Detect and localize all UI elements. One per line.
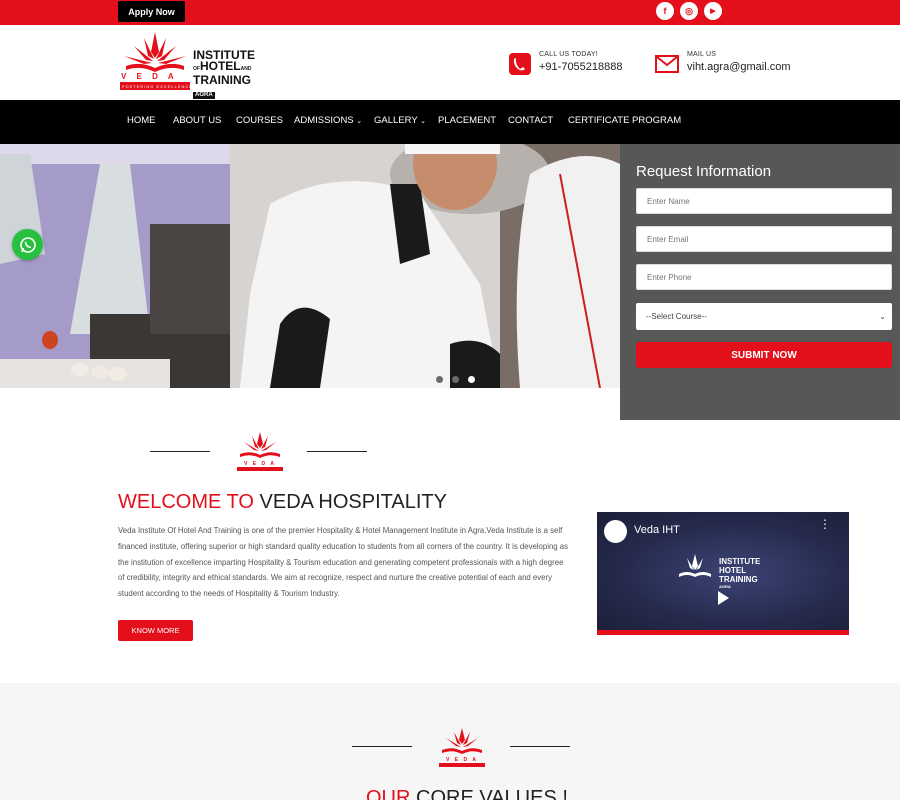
phone-input[interactable]: [636, 264, 892, 290]
course-select[interactable]: --Select Course-- ⌄: [636, 303, 892, 330]
call-label: CALL US TODAY!: [539, 51, 598, 58]
welcome-title: WELCOME TO VEDA HOSPITALITY: [118, 491, 447, 513]
video-embed[interactable]: Veda IHT ⋮ INSTITUTE HOTEL TRAINING AGRA: [597, 512, 849, 635]
nav-item-contact[interactable]: CONTACT: [508, 115, 553, 126]
play-icon[interactable]: [718, 591, 729, 605]
whatsapp-icon[interactable]: [12, 229, 43, 260]
slider-dot-active[interactable]: [468, 376, 475, 383]
nav-item-about-us[interactable]: ABOUT US: [173, 115, 221, 126]
main-nav: HOME ABOUT US COURSES ADMISSIONS ⌄ GALLE…: [0, 100, 900, 144]
submit-button[interactable]: SUBMIT NOW: [636, 342, 892, 368]
course-select-value: --Select Course--: [646, 312, 707, 321]
more-options-icon[interactable]: ⋮: [819, 518, 831, 530]
call-contact[interactable]: CALL US TODAY! +91-7055218888: [509, 51, 623, 75]
video-channel-title[interactable]: Veda IHT: [634, 524, 680, 536]
nav-item-certificate-program[interactable]: CERTIFICATE PROGRAM: [568, 115, 681, 126]
mail-icon: [655, 55, 679, 73]
mail-contact[interactable]: MAIL US viht.agra@gmail.com: [655, 51, 790, 73]
welcome-body: Veda Institute Of Hotel And Training is …: [118, 526, 569, 599]
lotus-logo-icon: V E D A: [439, 728, 485, 767]
divider-line: [150, 451, 210, 452]
phone-number[interactable]: +91-7055218888: [539, 61, 623, 73]
form-title: Request Information: [636, 163, 772, 180]
facebook-icon[interactable]: f: [656, 2, 674, 20]
instagram-icon[interactable]: ◎: [680, 2, 698, 20]
chevron-down-icon: ⌄: [879, 312, 886, 321]
hero-slider-image: [0, 144, 620, 388]
divider-line: [352, 746, 412, 747]
core-values-title: OUR CORE VALUES !: [366, 787, 568, 800]
nav-item-home[interactable]: HOME: [127, 115, 156, 126]
chef-photo: [0, 144, 620, 388]
video-logo-text: INSTITUTE HOTEL TRAINING AGRA: [719, 557, 761, 589]
top-bar: Apply Now f ◎ ▶: [0, 0, 900, 25]
logo-veda-text: V E D A: [121, 72, 178, 81]
slider-dot[interactable]: [436, 376, 443, 383]
nav-item-placement[interactable]: PLACEMENT: [438, 115, 496, 126]
chevron-down-icon: ⌄: [356, 118, 363, 125]
slider-dot[interactable]: [452, 376, 459, 383]
apply-now-button[interactable]: Apply Now: [118, 1, 185, 22]
divider-line: [510, 746, 570, 747]
email-input[interactable]: [636, 226, 892, 252]
youtube-icon[interactable]: ▶: [704, 2, 722, 20]
video-logo-icon: [679, 554, 711, 577]
channel-avatar[interactable]: [604, 520, 627, 543]
video-progress-bar: [597, 630, 849, 635]
site-header: V E D A FOSTERING EXCELLENCE INSTITUTE O…: [0, 25, 900, 100]
nav-item-admissions[interactable]: ADMISSIONS ⌄: [294, 115, 362, 126]
chevron-down-icon: ⌄: [420, 118, 426, 125]
email-address[interactable]: viht.agra@gmail.com: [687, 61, 790, 73]
nav-item-courses[interactable]: COURSES: [236, 115, 283, 126]
lotus-logo-icon: V E D A: [237, 432, 283, 471]
nav-item-gallery[interactable]: GALLERY ⌄: [374, 115, 426, 126]
phone-icon: [509, 53, 531, 75]
logo-tagline: FOSTERING EXCELLENCE: [122, 84, 193, 89]
small-logo-veda: V E D A: [244, 461, 276, 467]
know-more-button[interactable]: KNOW MORE: [118, 620, 193, 641]
divider-line: [307, 451, 367, 452]
mail-label: MAIL US: [687, 51, 717, 58]
site-logo[interactable]: V E D A FOSTERING EXCELLENCE INSTITUTE O…: [118, 28, 268, 99]
name-input[interactable]: [636, 188, 892, 214]
logo-wordmark: INSTITUTE OFHOTELAND TRAINING AGRA: [193, 48, 255, 99]
lotus-book-logo-icon: [120, 32, 190, 90]
small-logo-veda: V E D A: [446, 757, 478, 763]
